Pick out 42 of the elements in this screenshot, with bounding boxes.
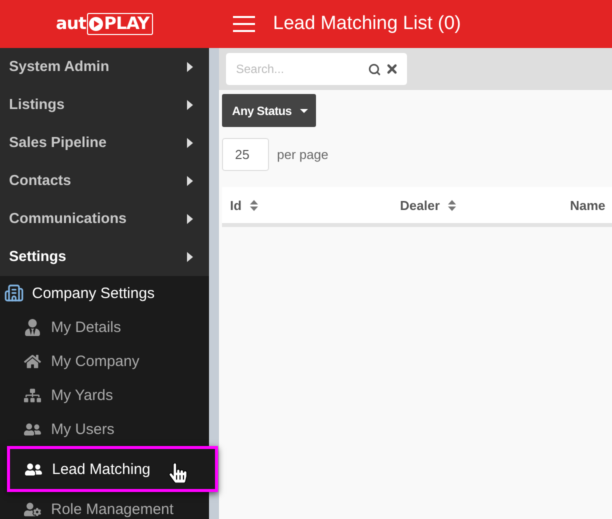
caret-right-icon bbox=[187, 252, 193, 262]
column-header[interactable]: Id bbox=[230, 198, 242, 212]
sidebar-item[interactable]: Contacts bbox=[0, 162, 209, 200]
page-size-field[interactable]: 25 bbox=[222, 138, 269, 171]
caret-right-icon bbox=[187, 62, 193, 72]
sidebar-item[interactable]: Sales Pipeline bbox=[0, 124, 209, 162]
page-title: Lead Matching List (0) bbox=[273, 13, 461, 35]
sidebar-group[interactable]: Company Settings bbox=[0, 276, 209, 310]
sort-icon bbox=[448, 200, 456, 210]
logo: aut PLAY bbox=[56, 13, 154, 35]
users-icon bbox=[25, 460, 42, 478]
sidebar-subitem[interactable]: Role Management bbox=[0, 492, 209, 519]
cursor-icon bbox=[168, 463, 188, 483]
users-icon bbox=[24, 420, 41, 438]
sidebar-item[interactable]: Listings bbox=[0, 86, 209, 124]
menu-icon[interactable] bbox=[233, 16, 255, 32]
search-field[interactable]: Search... bbox=[226, 53, 407, 85]
caret-right-icon bbox=[187, 176, 193, 186]
page-size-label: per page bbox=[277, 147, 328, 162]
sidebar-item[interactable]: Communications bbox=[0, 200, 209, 238]
sort-icon bbox=[250, 200, 258, 210]
network-icon bbox=[24, 386, 41, 404]
status-dropdown[interactable]: Any Status bbox=[222, 94, 316, 127]
caret-right-icon bbox=[187, 138, 193, 148]
sidebar-subitem[interactable]: My Users bbox=[0, 412, 209, 446]
caret-down-icon bbox=[300, 108, 308, 112]
building-icon bbox=[4, 283, 24, 303]
user-icon bbox=[24, 318, 41, 336]
column-header[interactable]: Name bbox=[570, 198, 606, 212]
user-gear-icon bbox=[24, 500, 41, 518]
sidebar-subitem[interactable]: My Details bbox=[0, 310, 209, 344]
home-icon bbox=[24, 352, 41, 370]
column-header[interactable]: Dealer bbox=[400, 198, 440, 212]
sidebar-item[interactable]: Settings bbox=[0, 238, 209, 276]
caret-right-icon bbox=[187, 100, 193, 110]
close-icon[interactable] bbox=[385, 62, 399, 76]
caret-right-icon bbox=[187, 214, 193, 224]
sidebar-subitem[interactable]: Lead Matching bbox=[7, 446, 218, 492]
search-icon[interactable] bbox=[368, 62, 381, 76]
sidebar-subitem[interactable]: My Yards bbox=[0, 378, 209, 412]
sidebar-item[interactable]: System Admin bbox=[0, 48, 209, 86]
sidebar-subitem[interactable]: My Company bbox=[0, 344, 209, 378]
